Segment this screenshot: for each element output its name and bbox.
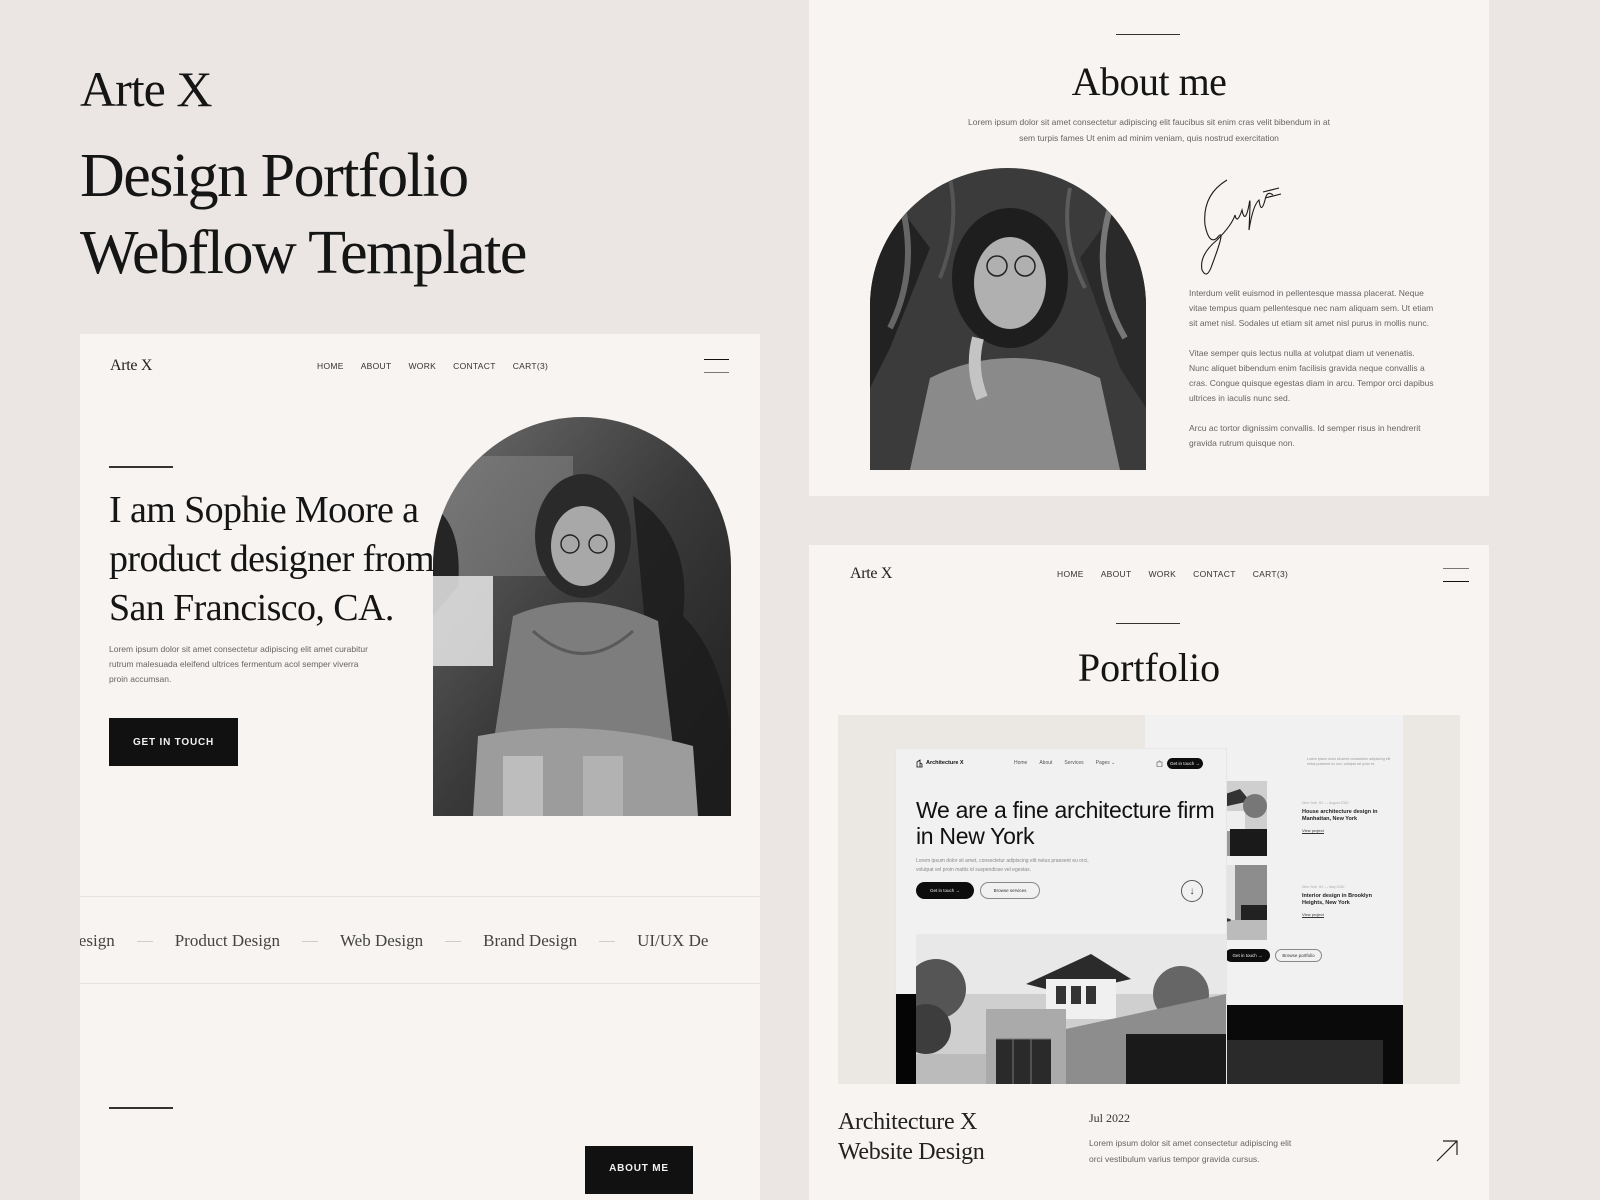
brand-title: Arte X — [80, 61, 212, 117]
portfolio-nav: Arte X HOME ABOUT WORK CONTACT CART(3) — [809, 564, 1489, 584]
mockup-house-photo — [916, 934, 1226, 1084]
arrow-up-right-icon[interactable] — [1435, 1139, 1459, 1163]
mockup-heading: We are a fine architecture firm in New Y… — [916, 797, 1215, 849]
home-nav: Arte X HOME ABOUT WORK CONTACT CART(3) — [80, 356, 760, 376]
project-title: Interior design in Brooklyn Heights, New… — [1302, 893, 1372, 906]
project-showcase[interactable]: Lorem ipsum dolor sit amet consectetur a… — [838, 715, 1460, 1084]
services-strip: X Design Product Design Web Design Brand… — [80, 896, 760, 984]
main-title-line-1: Design Portfolio — [80, 142, 469, 210]
about-title: About me — [1071, 59, 1227, 104]
nav-link-cart[interactable]: CART(3) — [513, 361, 548, 371]
home-page-preview: Arte X HOME ABOUT WORK CONTACT CART(3) I… — [80, 334, 760, 1200]
divider-rule — [109, 1107, 173, 1109]
nav-link-work[interactable]: WORK — [1148, 569, 1176, 579]
service-item: Product Design — [174, 931, 280, 950]
about-photo — [870, 168, 1146, 470]
portfolio-title: Portfolio — [1077, 645, 1221, 690]
building-icon — [916, 758, 923, 767]
project-title-line-2: Website Design — [838, 1139, 985, 1165]
service-item: Brand Design — [483, 931, 578, 950]
about-paragraph: Arcu ac tortor dignissim convallis. Id s… — [1189, 423, 1421, 448]
mockup-front-page: Architecture X Home About Services Pages… — [896, 749, 1226, 1084]
project-description: Lorem ipsum dolor sit amet consectetur a… — [1089, 1138, 1292, 1164]
mockup-browse-services-button[interactable]: Browse services — [980, 882, 1040, 899]
nav-links: HOME ABOUT WORK CONTACT CART(3) — [317, 361, 548, 371]
nav-logo[interactable]: Arte X — [850, 565, 892, 583]
scroll-down-icon[interactable]: ↓ — [1181, 880, 1203, 902]
main-title: Design Portfolio Webflow Template — [80, 138, 527, 292]
mockup-get-in-touch-button[interactable]: Get in touch → — [916, 882, 974, 899]
cart-icon[interactable] — [1156, 759, 1163, 767]
mockup-back-secondary-button[interactable]: Browse portfolio — [1275, 949, 1322, 962]
service-item: UI/UX De — [637, 931, 709, 950]
nav-link-contact[interactable]: CONTACT — [1193, 569, 1236, 579]
project-date: Jul 2022 — [1089, 1111, 1131, 1125]
nav-link-work[interactable]: WORK — [408, 361, 436, 371]
mockup-nav: Architecture X Home About Services Pages… — [916, 757, 1206, 769]
about-page-preview: About me Lorem ipsum dolor sit amet cons… — [809, 0, 1489, 496]
mockup-back-intro: Lorem ipsum dolor sit amet consectetur a… — [1307, 757, 1391, 766]
nav-link-contact[interactable]: CONTACT — [453, 361, 496, 371]
hero-paragraph: Lorem ipsum dolor sit amet consectetur a… — [109, 644, 368, 684]
divider-rule — [1116, 623, 1180, 625]
about-me-button[interactable]: ABOUT ME — [585, 1146, 693, 1194]
project-title: House architecture design in Manhattan, … — [1302, 809, 1378, 822]
hero-heading: I am Sophie Moore a product designer fro… — [109, 489, 435, 629]
services-list: X Design Product Design Web Design Brand… — [80, 931, 708, 951]
nav-logo[interactable]: Arte X — [110, 357, 152, 375]
mockup-nav-link[interactable]: About — [1039, 760, 1052, 766]
nav-link-cart[interactable]: CART(3) — [1253, 569, 1288, 579]
project-meta: New York, NY — May 2020 — [1302, 885, 1345, 889]
service-item: Web Design — [340, 931, 424, 950]
project-title-line-1: Architecture X — [838, 1109, 978, 1135]
about-paragraph: Interdum velit euismod in pellentesque m… — [1189, 288, 1434, 328]
hamburger-icon[interactable] — [1443, 568, 1469, 582]
nav-links: HOME ABOUT WORK CONTACT CART(3) — [1057, 569, 1288, 579]
portfolio-page-preview: Arte X HOME ABOUT WORK CONTACT CART(3) P… — [809, 545, 1489, 1200]
view-project-link[interactable]: View project — [1302, 912, 1324, 918]
mockup-nav-links: Home About Services Pages ⌄ — [1014, 760, 1115, 766]
nav-link-home[interactable]: HOME — [317, 361, 344, 371]
mockup-paragraph: Lorem ipsum dolor sit amet, consectetur … — [916, 858, 1089, 873]
mockup-nav-link[interactable]: Services — [1064, 760, 1083, 766]
mockup-logo: Architecture X — [916, 758, 964, 768]
view-project-link[interactable]: View project — [1302, 828, 1324, 834]
project-title: Architecture X Website Design — [838, 1107, 985, 1167]
service-item: X Design — [80, 931, 115, 950]
mockup-nav-link[interactable]: Pages ⌄ — [1096, 760, 1116, 766]
hamburger-icon[interactable] — [704, 359, 729, 373]
signature-icon — [1201, 179, 1282, 275]
mockup-cta-button[interactable]: Get in touch → — [1167, 757, 1203, 769]
main-title-line-2: Webflow Template — [80, 219, 527, 287]
mockup-back-primary-button[interactable]: Get in touch → — [1225, 949, 1270, 962]
nav-link-about[interactable]: ABOUT — [1101, 569, 1132, 579]
project-meta: New York, NY — August 2020 — [1302, 801, 1349, 805]
about-paragraph: Vitae semper quis lectus nulla at volutp… — [1189, 348, 1434, 403]
about-text: Interdum velit euismod in pellentesque m… — [1189, 286, 1434, 466]
get-in-touch-button[interactable]: GET IN TOUCH — [109, 718, 238, 766]
divider-rule — [109, 466, 173, 468]
about-photo-image — [870, 168, 1146, 470]
nav-link-about[interactable]: ABOUT — [361, 361, 392, 371]
divider-rule — [1116, 34, 1180, 36]
about-intro: Lorem ipsum dolor sit amet consectetur a… — [968, 117, 1330, 143]
nav-link-home[interactable]: HOME — [1057, 569, 1084, 579]
mockup-nav-link[interactable]: Home — [1014, 760, 1027, 766]
